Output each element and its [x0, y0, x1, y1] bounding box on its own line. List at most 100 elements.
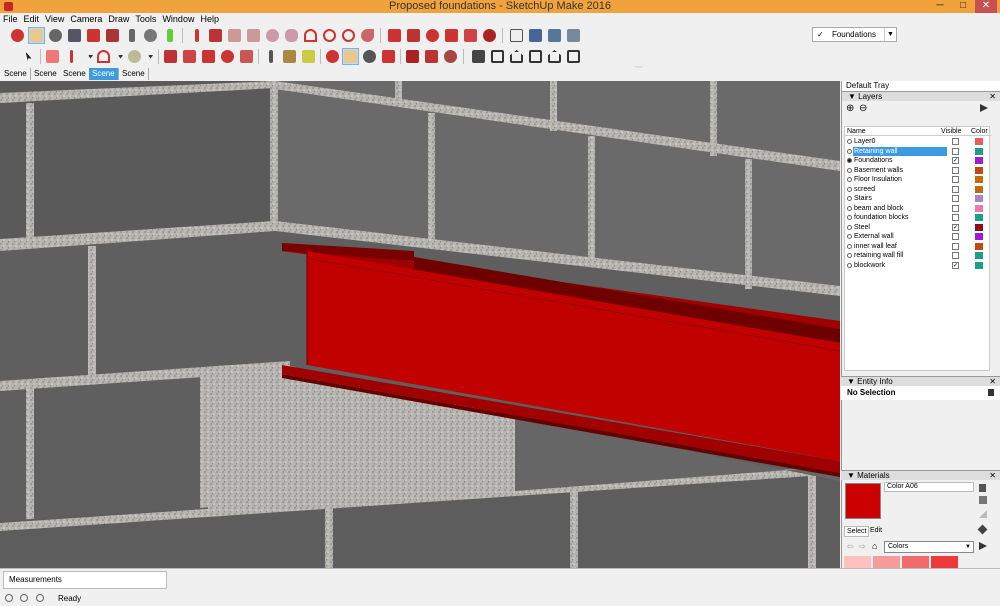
layer-name[interactable]: Foundations — [853, 156, 947, 166]
text-tool-icon[interactable] — [565, 27, 582, 44]
position-camera-icon[interactable] — [123, 27, 140, 44]
protractor-icon[interactable] — [546, 27, 563, 44]
current-layer-radio[interactable] — [847, 148, 852, 154]
menu-file[interactable]: File — [0, 14, 21, 25]
layer-color-swatch[interactable] — [975, 223, 983, 231]
layer-name[interactable]: screed — [853, 185, 947, 195]
layer-name[interactable]: Layer0 — [853, 137, 947, 147]
material-swatch[interactable] — [902, 556, 929, 568]
layer-name[interactable]: Retaining wall — [853, 146, 947, 156]
pencil-line-icon[interactable] — [188, 27, 205, 44]
layer-row[interactable]: Foundations ✓ — [845, 156, 991, 166]
layer-row[interactable]: blockwork ✓ — [845, 261, 991, 271]
layer-color-swatch[interactable] — [975, 157, 983, 164]
layer-row[interactable]: inner wall leaf — [845, 242, 991, 252]
layer-name[interactable]: blockwork — [853, 261, 947, 271]
rotate-tool-icon[interactable] — [424, 27, 441, 44]
material-swatch[interactable] — [873, 556, 900, 568]
current-layer-radio[interactable] — [847, 167, 852, 173]
layer-selector[interactable]: ✓ Foundations ▼ — [812, 27, 897, 42]
layer-visible-checkbox[interactable] — [952, 185, 959, 193]
layer-color-swatch[interactable] — [975, 185, 983, 193]
entity-info-header[interactable]: ▼ Entity Info ✕ — [841, 376, 1000, 386]
extension-warehouse-icon[interactable] — [423, 48, 440, 65]
layer-visible-checkbox[interactable] — [952, 252, 959, 259]
menu-help[interactable]: Help — [197, 14, 222, 25]
layer-name[interactable]: Stairs — [853, 194, 947, 204]
orbit-2-icon[interactable] — [324, 48, 341, 65]
layer-name[interactable]: Basement walls — [853, 166, 947, 176]
layer-row[interactable]: Steel ✓ — [845, 223, 991, 233]
current-layer-radio[interactable] — [847, 177, 852, 182]
freehand-icon[interactable] — [207, 27, 224, 44]
two-point-arc-icon[interactable] — [321, 27, 338, 44]
default-material-icon[interactable] — [979, 496, 987, 504]
layer-visible-checkbox[interactable] — [952, 147, 959, 155]
dimension-tool-icon[interactable] — [527, 27, 544, 44]
layer-row[interactable]: beam and block — [845, 204, 991, 214]
push-pull-icon[interactable] — [405, 27, 422, 44]
layer-color-swatch[interactable] — [975, 242, 983, 250]
remove-layer-icon[interactable]: ⊖ — [859, 103, 867, 114]
layer-visible-checkbox[interactable]: ✓ — [952, 223, 959, 231]
layer-color-swatch[interactable] — [975, 204, 983, 212]
scene-tab-2[interactable]: Scene 2 — [31, 68, 61, 90]
right-view-icon[interactable] — [527, 48, 544, 65]
zoom-extents-icon[interactable] — [85, 27, 102, 44]
menu-window[interactable]: Window — [159, 14, 197, 25]
materials-edit-tab[interactable]: Edit — [868, 526, 884, 535]
scene-tab-1[interactable]: Scene 1 — [1, 68, 31, 90]
eraser-icon[interactable] — [44, 48, 61, 65]
menu-camera[interactable]: Camera — [67, 14, 105, 25]
current-layer-radio[interactable] — [847, 234, 852, 239]
current-layer-radio[interactable] — [847, 139, 852, 144]
orbit-tool-icon[interactable] — [9, 27, 26, 44]
layer-row[interactable]: Basement walls — [845, 166, 991, 176]
layer-row[interactable]: Floor Insulation — [845, 175, 991, 185]
paint-bucket-icon[interactable] — [300, 48, 317, 65]
line-tool-icon[interactable] — [63, 48, 80, 65]
layer-row[interactable]: screed — [845, 185, 991, 195]
drawing-viewport[interactable] — [0, 81, 840, 568]
materials-header[interactable]: ▼ Materials ✕ — [841, 470, 1000, 480]
layer-name[interactable]: retaining wall fill — [853, 251, 947, 261]
top-view-icon[interactable] — [489, 48, 506, 65]
credits-icon[interactable] — [20, 594, 28, 602]
layer-row[interactable]: foundation blocks — [845, 213, 991, 223]
current-layer-radio[interactable] — [847, 262, 852, 268]
current-layer-radio[interactable] — [847, 224, 852, 230]
current-layer-radio[interactable] — [847, 243, 852, 249]
current-layer-radio[interactable] — [847, 158, 852, 163]
offset-tool-icon[interactable] — [481, 27, 498, 44]
zoom-extents-2-icon[interactable] — [380, 48, 397, 65]
menu-view[interactable]: View — [42, 14, 67, 25]
measurements-box[interactable]: Measurements — [3, 571, 167, 589]
menu-draw[interactable]: Draw — [105, 14, 132, 25]
material-name-field[interactable]: Color A06 — [884, 482, 974, 492]
push-pull-2-icon[interactable] — [162, 48, 179, 65]
zoom-window-icon[interactable] — [66, 27, 83, 44]
arc-icon[interactable] — [302, 27, 319, 44]
look-around-icon[interactable] — [142, 27, 159, 44]
scale-tool-icon[interactable] — [462, 27, 479, 44]
layer-color-swatch[interactable] — [975, 166, 983, 174]
menu-edit[interactable]: Edit — [21, 14, 43, 25]
material-swatch[interactable] — [844, 556, 871, 568]
add-layer-icon[interactable]: ⊕ — [846, 103, 854, 114]
layer-visible-checkbox[interactable] — [952, 214, 959, 221]
menu-tools[interactable]: Tools — [132, 14, 159, 25]
layer-name[interactable]: External wall — [853, 232, 947, 242]
layer-name[interactable]: foundation blocks — [853, 213, 947, 223]
shapes-tool-icon[interactable] — [126, 48, 143, 65]
front-view-icon[interactable] — [508, 48, 525, 65]
arc-tool-icon[interactable] — [95, 48, 112, 65]
layer-color-swatch[interactable] — [975, 147, 983, 155]
current-layer-radio[interactable] — [847, 196, 852, 201]
layers-section-header[interactable]: ▼ Layers ✕ — [842, 91, 1000, 101]
geolocation-icon[interactable] — [5, 594, 13, 602]
layer-visible-checkbox[interactable]: ✓ — [952, 261, 959, 269]
left-view-icon[interactable] — [565, 48, 582, 65]
walk-tool-icon[interactable] — [161, 27, 178, 44]
back-arrow-icon[interactable]: ⇦ — [847, 542, 854, 551]
layer-color-swatch[interactable] — [975, 176, 983, 183]
